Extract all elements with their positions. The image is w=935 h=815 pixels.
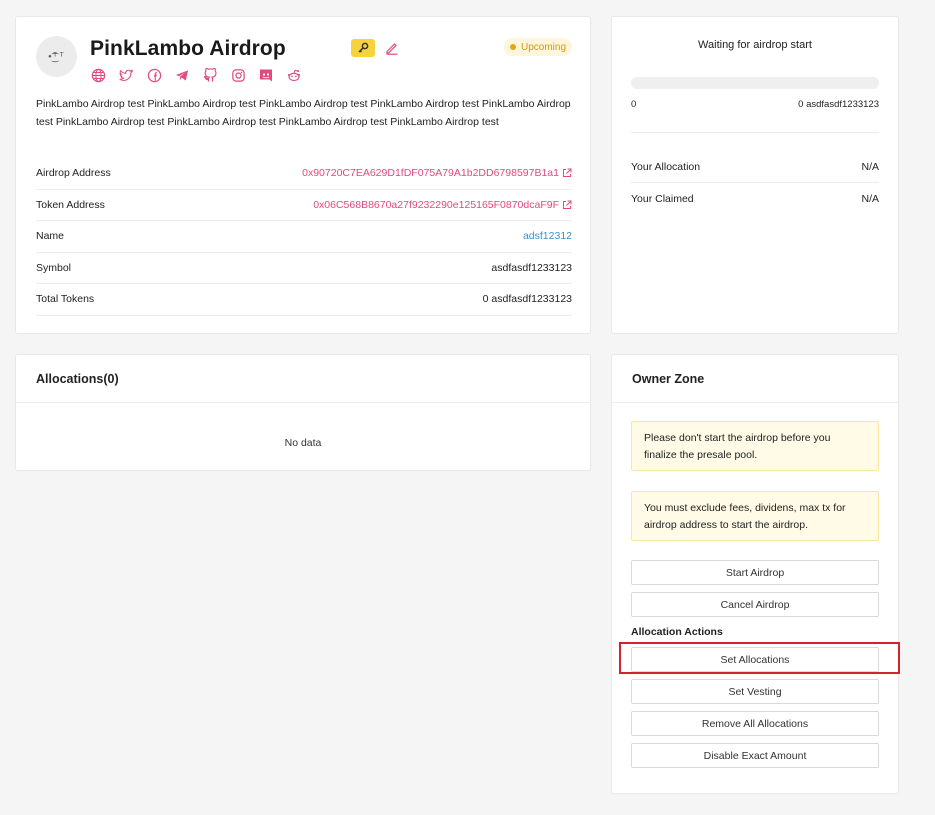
airdrop-address-link[interactable]: 0x90720C7EA629D1fDF075A79A1b2DD6798597B1…: [302, 167, 572, 179]
social-links: [90, 67, 302, 83]
user-stats: Your Allocation N/A Your Claimed N/A: [631, 151, 879, 215]
status-badge: Upcoming: [504, 38, 573, 56]
detail-label: Symbol: [36, 261, 72, 274]
airdrop-details: Airdrop Address 0x90720C7EA629D1fDF075A7…: [36, 158, 572, 316]
key-icon: [358, 42, 369, 53]
external-link-icon[interactable]: [562, 200, 572, 210]
your-allocation-value: N/A: [861, 160, 879, 173]
telegram-icon[interactable]: [174, 67, 190, 83]
progress-left-label: 0: [631, 99, 637, 110]
remove-all-allocations-button[interactable]: Remove All Allocations: [631, 711, 879, 736]
your-allocation-label: Your Allocation: [631, 160, 701, 173]
token-address-value[interactable]: 0x06C568B8670a27f9232290e125165F0870dcaF…: [313, 199, 559, 211]
discord-icon[interactable]: [258, 67, 274, 83]
allocation-actions-label: Allocation Actions: [631, 626, 723, 638]
airdrop-status-card: Waiting for airdrop start 0 0 asdfasdf12…: [611, 16, 899, 334]
progress-labels: 0 0 asdfasdf1233123: [631, 99, 879, 110]
your-allocation-row: Your Allocation N/A: [631, 151, 879, 183]
instagram-icon[interactable]: [230, 67, 246, 83]
empty-state: No data: [284, 437, 322, 449]
detail-label: Token Address: [36, 198, 105, 211]
airdrop-address-value[interactable]: 0x90720C7EA629D1fDF075A79A1b2DD6798597B1…: [302, 167, 559, 179]
set-vesting-button[interactable]: Set Vesting: [631, 679, 879, 704]
allocations-card: Allocations(0) No data: [15, 354, 591, 471]
allocations-title: Allocations(0): [16, 355, 590, 403]
globe-icon[interactable]: [90, 67, 106, 83]
detail-label: Airdrop Address: [36, 167, 111, 180]
edit-button[interactable]: [383, 39, 401, 57]
airdrop-info-card: •͜͡ᵀᵀ PinkLambo Airdrop Upcoming PinkLam…: [15, 16, 591, 334]
detail-label: Name: [36, 230, 65, 243]
airdrop-description: PinkLambo Airdrop test PinkLambo Airdrop…: [36, 98, 571, 128]
your-claimed-value: N/A: [861, 193, 879, 205]
token-symbol-value: asdfasdf1233123: [491, 261, 572, 274]
detail-label: Total Tokens: [36, 293, 95, 306]
status-title: Waiting for airdrop start: [698, 39, 812, 51]
facebook-icon[interactable]: [146, 67, 162, 83]
external-link-icon[interactable]: [562, 168, 572, 178]
token-name-link[interactable]: adsf12312: [523, 230, 572, 242]
your-claimed-label: Your Claimed: [631, 193, 694, 205]
disable-exact-amount-button[interactable]: Disable Exact Amount: [631, 743, 879, 768]
github-icon[interactable]: [202, 67, 218, 83]
owner-zone-title: Owner Zone: [612, 355, 898, 403]
detail-row-token-address: Token Address 0x06C568B8670a27f9232290e1…: [36, 190, 572, 221]
edit-icon: [386, 43, 398, 55]
set-allocations-button[interactable]: Set Allocations: [631, 647, 879, 672]
token-address-link[interactable]: 0x06C568B8670a27f9232290e125165F0870dcaF…: [313, 199, 572, 211]
twitter-icon[interactable]: [118, 67, 134, 83]
cancel-airdrop-button[interactable]: Cancel Airdrop: [631, 592, 879, 617]
status-badge-label: Upcoming: [521, 41, 567, 53]
start-airdrop-button[interactable]: Start Airdrop: [631, 560, 879, 585]
detail-row-name: Name adsf12312: [36, 221, 572, 253]
detail-row-total-tokens: Total Tokens 0 asdfasdf1233123: [36, 284, 572, 316]
key-button[interactable]: [351, 39, 375, 57]
progress-bar: [631, 77, 879, 89]
presale-warning-alert: Please don't start the airdrop before yo…: [631, 421, 879, 471]
page-title: PinkLambo Airdrop: [90, 37, 286, 60]
exclude-fees-alert: You must exclude fees, dividens, max tx …: [631, 491, 879, 541]
token-avatar: •͜͡ᵀᵀ: [36, 36, 77, 77]
total-tokens-value: 0 asdfasdf1233123: [482, 293, 572, 306]
reddit-icon[interactable]: [286, 67, 302, 83]
owner-zone-card: Owner Zone Please don't start the airdro…: [611, 354, 899, 794]
status-dot: [510, 44, 516, 50]
detail-row-symbol: Symbol asdfasdf1233123: [36, 253, 572, 284]
detail-row-airdrop-address: Airdrop Address 0x90720C7EA629D1fDF075A7…: [36, 158, 572, 190]
divider: [631, 132, 879, 133]
progress-right-label: 0 asdfasdf1233123: [798, 99, 879, 110]
your-claimed-row: Your Claimed N/A: [631, 183, 879, 215]
